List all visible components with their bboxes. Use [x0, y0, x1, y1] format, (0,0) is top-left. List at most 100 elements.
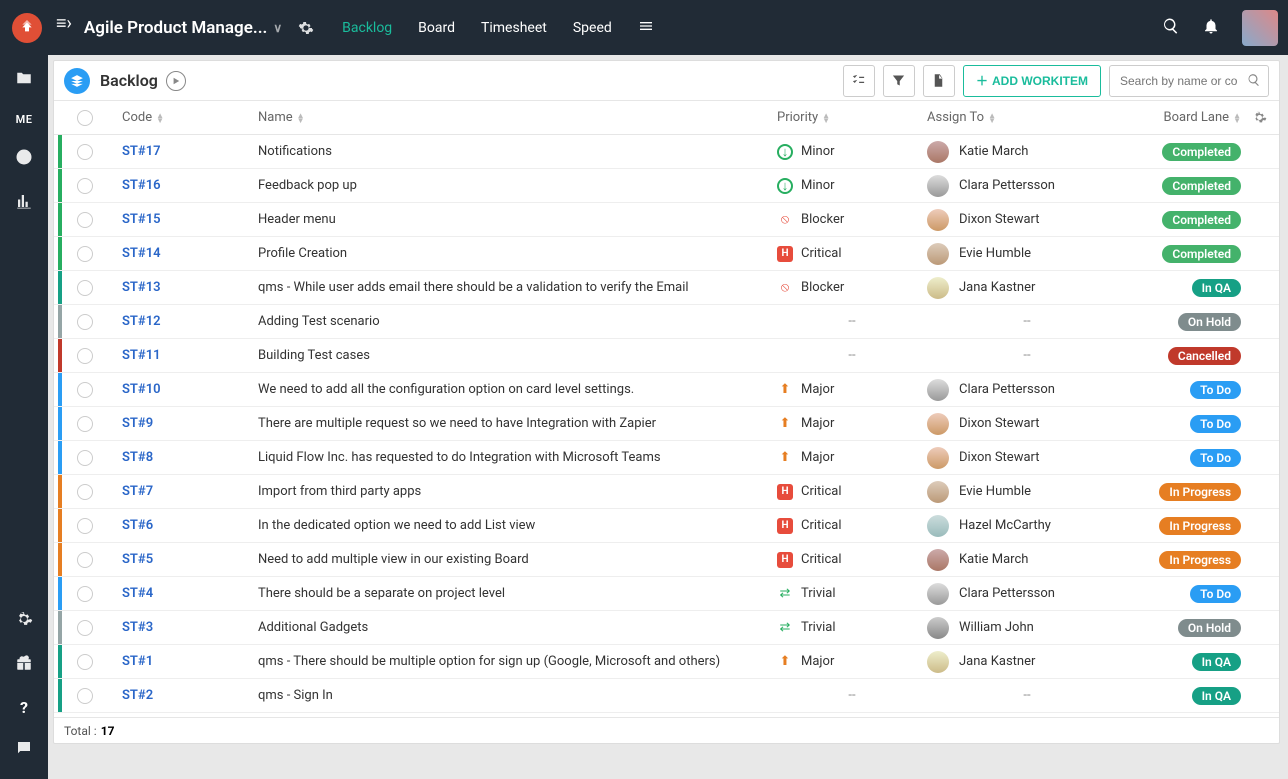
workitem-code[interactable]: ST#6	[122, 518, 153, 533]
row-checkbox[interactable]	[77, 654, 93, 670]
workitem-code[interactable]: ST#7	[122, 484, 153, 499]
gear-icon[interactable]	[298, 20, 314, 36]
row-checkbox[interactable]	[77, 586, 93, 602]
workitem-code[interactable]: ST#11	[122, 348, 161, 363]
workitem-code[interactable]: ST#10	[122, 382, 161, 397]
col-name[interactable]: Name▲▼	[258, 110, 777, 125]
row-checkbox[interactable]	[77, 280, 93, 296]
left-rail: ME ?	[0, 55, 48, 779]
table-row[interactable]: ST#11Building Test cases----Cancelled	[54, 339, 1279, 373]
row-checkbox[interactable]	[77, 382, 93, 398]
priority-icon: ⬆	[777, 416, 793, 432]
bell-icon[interactable]	[1202, 17, 1220, 39]
filter-icon[interactable]	[883, 65, 915, 97]
table-row[interactable]: ST#5 Need to add multiple view in our exi…	[54, 543, 1279, 577]
add-workitem-button[interactable]: ＋ADD WORKITEM	[963, 65, 1101, 97]
workitem-name: In the dedicated option we need to add L…	[258, 518, 777, 533]
row-checkbox[interactable]	[77, 246, 93, 262]
tab-speed[interactable]: Speed	[573, 2, 612, 54]
row-checkbox[interactable]	[77, 348, 93, 364]
assignee-avatar	[927, 141, 949, 163]
workitem-code[interactable]: ST#14	[122, 246, 161, 261]
workitem-name: Import from third party apps	[258, 484, 777, 499]
select-all-checkbox[interactable]	[77, 110, 93, 126]
table-row[interactable]: ST#14Profile CreationHCriticalEvie Humbl…	[54, 237, 1279, 271]
workitem-code[interactable]: ST#3	[122, 620, 153, 635]
row-checkbox[interactable]	[77, 416, 93, 432]
lane-pill: To Do	[1190, 415, 1241, 433]
workitem-name: Profile Creation	[258, 246, 777, 261]
row-checkbox[interactable]	[77, 518, 93, 534]
tab-backlog[interactable]: Backlog	[342, 2, 392, 54]
tab-timesheet[interactable]: Timesheet	[481, 2, 547, 54]
row-checkbox[interactable]	[77, 450, 93, 466]
workitem-code[interactable]: ST#5	[122, 552, 153, 567]
assignee-name: Clara Pettersson	[959, 586, 1055, 601]
table-row[interactable]: ST#4There should be a separate on projec…	[54, 577, 1279, 611]
table-row[interactable]: ST#1 qms - There should be multiple optio…	[54, 645, 1279, 679]
table-row[interactable]: ST#8Liquid Flow Inc. has requested to do…	[54, 441, 1279, 475]
column-settings-icon[interactable]	[1247, 110, 1271, 125]
col-lane[interactable]: Board Lane▲▼	[1127, 110, 1247, 125]
lane-pill: To Do	[1190, 449, 1241, 467]
priority-label: Critical	[801, 246, 841, 261]
row-checkbox[interactable]	[77, 144, 93, 160]
col-priority[interactable]: Priority▲▼	[777, 110, 927, 125]
priority-label: Blocker	[801, 280, 844, 295]
app-menu-icon[interactable]	[638, 18, 654, 38]
play-icon[interactable]	[166, 71, 186, 91]
table-row[interactable]: ST#6 In the dedicated option we need to a…	[54, 509, 1279, 543]
row-checkbox[interactable]	[77, 552, 93, 568]
export-icon[interactable]	[923, 65, 955, 97]
workitem-code[interactable]: ST#1	[122, 654, 153, 669]
row-checkbox[interactable]	[77, 688, 93, 704]
table-row[interactable]: ST#3Additional Gadgets⇄TrivialWilliam Jo…	[54, 611, 1279, 645]
table-row[interactable]: ST#7Import from third party appsHCritica…	[54, 475, 1279, 509]
workitem-code[interactable]: ST#15	[122, 212, 161, 227]
me-button[interactable]: ME	[16, 113, 33, 126]
table-row[interactable]: ST#13qms - While user adds email there s…	[54, 271, 1279, 305]
workitem-code[interactable]: ST#2	[122, 688, 153, 703]
table-row[interactable]: ST#17Notifications↓MinorKatie MarchCompl…	[54, 135, 1279, 169]
feedback-icon[interactable]	[15, 739, 33, 761]
workitem-code[interactable]: ST#13	[122, 280, 161, 295]
workitem-code[interactable]: ST#12	[122, 314, 161, 329]
gift-icon[interactable]	[15, 654, 33, 676]
clock-icon[interactable]	[15, 148, 33, 170]
collapse-icon[interactable]: ≡›	[56, 13, 72, 42]
workitem-name: Need to add multiple view in our existin…	[258, 552, 777, 567]
workitem-code[interactable]: ST#17	[122, 144, 161, 159]
settings-icon[interactable]	[15, 610, 33, 632]
folder-icon[interactable]	[15, 69, 33, 91]
row-checkbox[interactable]	[77, 484, 93, 500]
project-title[interactable]: Agile Product Manage... ∨	[84, 18, 314, 38]
workitem-code[interactable]: ST#16	[122, 178, 161, 193]
col-code[interactable]: Code▲▼	[108, 110, 258, 125]
workitem-code[interactable]: ST#8	[122, 450, 153, 465]
checklist-icon[interactable]	[843, 65, 875, 97]
table-row[interactable]: ST#12Adding Test scenario----On Hold	[54, 305, 1279, 339]
row-checkbox[interactable]	[77, 212, 93, 228]
table-row[interactable]: ST#10We need to add all the configuratio…	[54, 373, 1279, 407]
app-logo[interactable]	[12, 13, 42, 43]
search-input[interactable]	[1109, 65, 1269, 97]
help-icon[interactable]: ?	[20, 698, 28, 717]
row-checkbox[interactable]	[77, 178, 93, 194]
workitem-name: qms - There should be multiple option fo…	[258, 654, 777, 669]
workitem-code[interactable]: ST#9	[122, 416, 153, 431]
lane-pill: In Progress	[1159, 483, 1241, 501]
search-icon[interactable]	[1162, 17, 1180, 39]
table-row[interactable]: ST#15Header menu⦸BlockerDixon StewartCom…	[54, 203, 1279, 237]
workitem-name: qms - Sign In	[258, 688, 777, 703]
user-avatar[interactable]	[1242, 10, 1278, 46]
table-row[interactable]: ST#2qms - Sign In----In QA	[54, 679, 1279, 713]
row-checkbox[interactable]	[77, 314, 93, 330]
tab-board[interactable]: Board	[418, 2, 455, 54]
col-assign[interactable]: Assign To▲▼	[927, 110, 1127, 125]
workitem-code[interactable]: ST#4	[122, 586, 153, 601]
priority-label: Critical	[801, 484, 841, 499]
table-row[interactable]: ST#9There are multiple request so we nee…	[54, 407, 1279, 441]
table-row[interactable]: ST#16Feedback pop up↓MinorClara Petterss…	[54, 169, 1279, 203]
row-checkbox[interactable]	[77, 620, 93, 636]
chart-icon[interactable]	[15, 192, 33, 214]
